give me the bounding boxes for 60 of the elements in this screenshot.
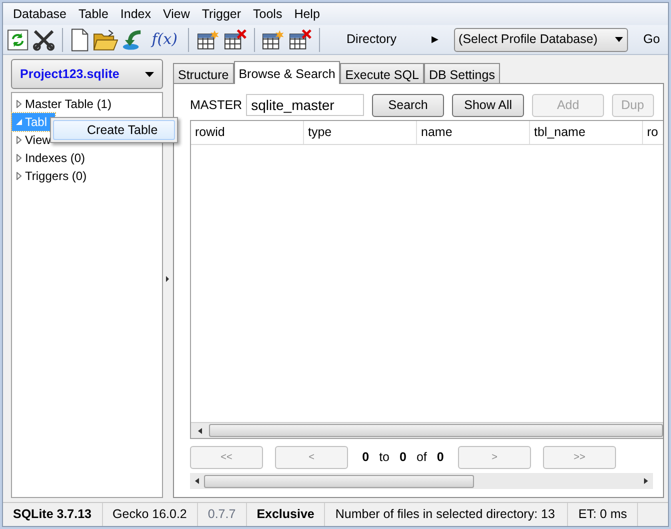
- column-header[interactable]: type: [304, 121, 417, 144]
- expander-icon[interactable]: [15, 100, 23, 108]
- menu-item[interactable]: Help: [288, 4, 326, 24]
- menu-item[interactable]: Tools: [247, 4, 288, 24]
- status-item: SQLite 3.7.13: [3, 503, 103, 526]
- status-item: ET: 0 ms: [568, 503, 638, 526]
- of-label: of: [416, 448, 427, 466]
- tree-item[interactable]: Triggers (0): [12, 167, 95, 185]
- horizontal-scrollbar[interactable]: [191, 422, 663, 438]
- function-label[interactable]: f(x): [148, 28, 182, 51]
- dropdown-arrow-icon: [615, 37, 624, 42]
- menu-item[interactable]: Database: [7, 4, 73, 24]
- database-select[interactable]: Project123.sqlite: [11, 59, 163, 89]
- scroll-left-icon[interactable]: [195, 478, 199, 484]
- expander-icon[interactable]: [15, 172, 23, 180]
- page-to: 0: [400, 448, 406, 466]
- column-header[interactable]: rowid: [191, 121, 304, 144]
- column-header[interactable]: tbl_name: [530, 121, 643, 144]
- page-from: 0: [362, 448, 370, 466]
- menu-item[interactable]: Create Table: [53, 120, 175, 140]
- tree-item[interactable]: Master Table (1): [12, 95, 120, 113]
- menu-item[interactable]: View: [157, 4, 196, 24]
- scroll-right-icon[interactable]: [644, 478, 648, 484]
- tab[interactable]: Structure: [173, 63, 234, 83]
- dropdown-arrow-icon: [145, 72, 154, 76]
- to-label: to: [379, 448, 390, 466]
- status-item: Number of files in selected directory: 13: [325, 503, 568, 526]
- new-table-icon[interactable]: [196, 28, 220, 50]
- toolbar-button[interactable]: Show All: [452, 94, 524, 116]
- column-header[interactable]: ro: [643, 121, 663, 144]
- profile-select[interactable]: (Select Profile Database): [454, 28, 628, 52]
- new-index-icon[interactable]: [261, 28, 286, 50]
- tab[interactable]: Browse & Search: [234, 61, 340, 84]
- status-item: Exclusive: [246, 503, 326, 526]
- tab[interactable]: Execute SQL: [340, 63, 424, 83]
- expander-icon[interactable]: [15, 154, 23, 162]
- new-file-icon[interactable]: [70, 28, 90, 52]
- toolbar-button[interactable]: Search: [372, 94, 444, 116]
- delete-table-icon[interactable]: [222, 28, 246, 50]
- tree-item[interactable]: Indexes (0): [12, 149, 94, 167]
- go-button[interactable]: Go: [639, 30, 664, 49]
- page-total: 0: [436, 448, 444, 466]
- expander-icon[interactable]: [15, 136, 23, 144]
- menu-item[interactable]: Index: [114, 4, 157, 24]
- table-field[interactable]: sqlite_master: [246, 94, 364, 116]
- column-header[interactable]: name: [417, 121, 530, 144]
- expander-icon[interactable]: [15, 118, 23, 126]
- tab[interactable]: DB Settings: [424, 63, 500, 83]
- status-item: Gecko 16.0.2: [102, 503, 198, 526]
- refresh-icon[interactable]: [7, 28, 29, 50]
- scroll-left-icon[interactable]: [198, 428, 202, 434]
- horizontal-scrollbar[interactable]: [190, 473, 653, 489]
- directory-arrow[interactable]: ▶: [432, 32, 439, 46]
- menu-item[interactable]: Trigger: [196, 4, 248, 24]
- status-item: 0.7.7: [198, 503, 247, 526]
- table-label: MASTER: [190, 96, 242, 114]
- folder-icon[interactable]: [92, 28, 118, 52]
- directory-label[interactable]: Directory: [346, 30, 397, 49]
- menu-item[interactable]: Table: [72, 4, 114, 24]
- delete-index-icon[interactable]: [288, 28, 312, 50]
